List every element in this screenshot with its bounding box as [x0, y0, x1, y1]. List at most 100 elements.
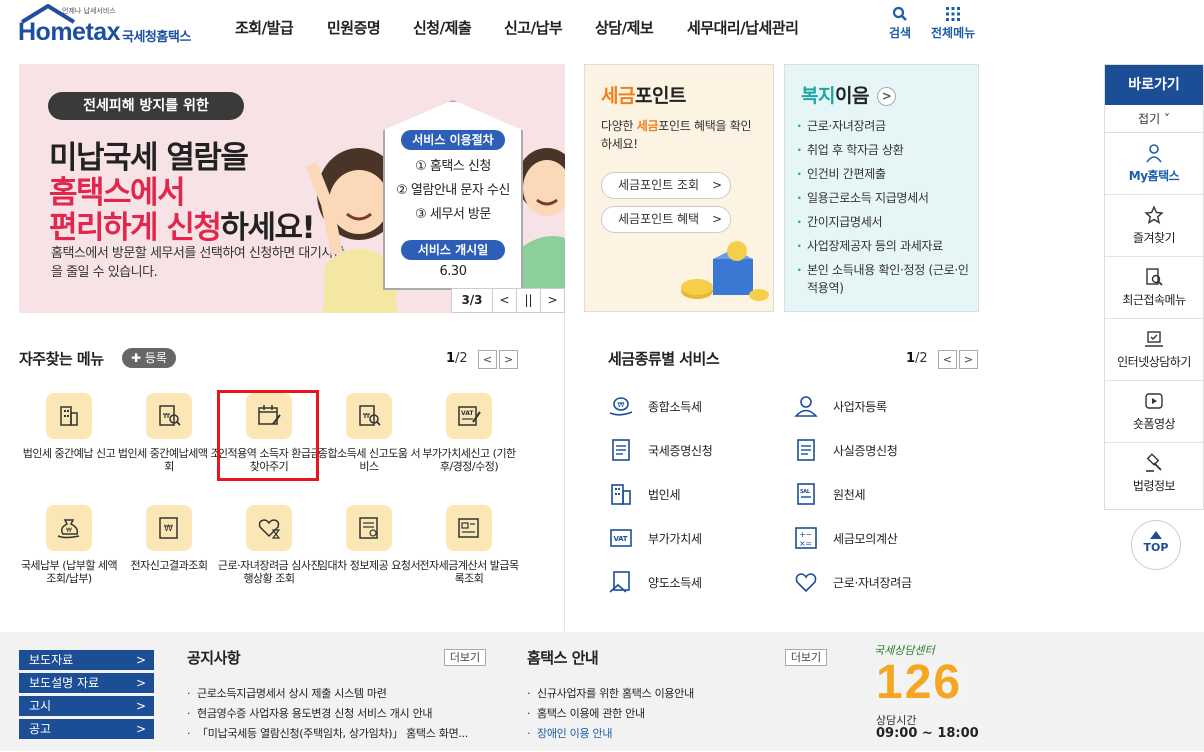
svc-business-registration[interactable]: 사업자등록 — [793, 391, 887, 421]
welfare-item[interactable]: 간이지급명세서 — [795, 213, 975, 231]
footer: 보도자료 > 보도설명 자료 > 고시 > 공고 > 공지사항 더보기 근로소득지급명세… — [0, 632, 1204, 751]
won-document-icon: ₩ — [159, 517, 178, 539]
quick-links-fold-button[interactable]: 접기 ˅ — [1105, 105, 1203, 133]
welfare-title-accent: 복지 — [801, 85, 835, 107]
svc-withholding-tax[interactable]: SAL 원천세 — [793, 479, 866, 509]
tax-point-inquiry-button[interactable]: 세금포인트 조회 > — [601, 172, 731, 199]
freq-e-invoice-list[interactable]: 전자세금계산서 발급목록조회 — [417, 505, 521, 585]
start-date: 6.30 — [439, 264, 467, 279]
freq-tax-payment[interactable]: ₩ 국세납부 (납부할 세액 조회/납부) — [17, 505, 121, 585]
frequent-next-button[interactable]: > — [499, 350, 518, 369]
tax-types-prev-button[interactable]: < — [938, 350, 957, 369]
notice-item[interactable]: 현금영수증 사업자용 용도변경 신청 서비스 개시 안내 — [185, 704, 468, 724]
svc-incentive[interactable]: 근로·자녀장려금 — [793, 567, 912, 597]
nav-report-pay[interactable]: 신고/납부 — [504, 17, 563, 38]
banner-prev-button[interactable]: < — [492, 289, 516, 312]
doc-search-icon-wrap: ₩ — [146, 393, 192, 439]
freq-corp-interim-inquiry[interactable]: ₩ 법인세 중간예납세액 조회 — [117, 393, 221, 473]
quick-online-consult[interactable]: 인터넷상담하기 — [1105, 319, 1203, 381]
banner-pager: 3/3 < || > — [451, 288, 565, 313]
svc-tax-simulation[interactable]: +− ×= 세금모의계산 — [793, 523, 898, 553]
freq-item-label: 임대차 정보제공 요청서 — [317, 559, 421, 572]
welfare-card[interactable]: 복지이음 > 근로·자녀장려금 취업 후 학자금 상환 인건비 간편제출 일용근… — [784, 64, 979, 312]
search-button[interactable]: 검색 — [889, 6, 911, 41]
document-search-icon: ₩ — [159, 405, 181, 426]
hometax-logo[interactable]: 언제나 납세서비스 Hometax 국세청홈택스 — [18, 4, 208, 48]
press-explanation-button[interactable]: 보도설명 자료 > — [19, 673, 154, 693]
banner-pill: 전세피해 방지를 위한 — [48, 92, 244, 120]
welfare-item[interactable]: 일용근로소득 지급명세서 — [795, 189, 975, 207]
register-button[interactable]: ✚ 등록 — [122, 348, 176, 368]
guide-more-button[interactable]: 더보기 — [785, 649, 827, 666]
press-release-button[interactable]: 보도자료 > — [19, 650, 154, 670]
welfare-item[interactable]: 인건비 간편제출 — [795, 165, 975, 183]
welfare-item[interactable]: 취업 후 학자금 상환 — [795, 141, 975, 159]
heart-icon — [795, 573, 817, 593]
freq-income-tax-help[interactable]: ₩ 종합소득세 신고도움 서비스 — [317, 393, 421, 473]
salary-document-icon: SAL — [797, 483, 815, 505]
svg-text:×=: ×= — [799, 539, 812, 548]
notice-list: 근로소득지급명세서 상시 제출 시스템 마련 현금영수증 사업자용 용도변경 신… — [185, 684, 468, 744]
chevron-right-icon[interactable]: > — [877, 87, 897, 106]
svc-fact-certificate[interactable]: 사실증명신청 — [793, 435, 898, 465]
freq-incentive-status[interactable]: 근로·자녀장려금 심사진행상황 조회 — [217, 505, 321, 585]
quick-shortform-video[interactable]: 숏폼영상 — [1105, 381, 1203, 443]
svc-label: 사실증명신청 — [833, 443, 898, 458]
freq-item-label: 전자신고결과조회 — [130, 559, 208, 572]
announcement-button[interactable]: 고시 > — [19, 696, 154, 716]
freq-corp-interim-report[interactable]: 법인세 중간예납 신고 — [17, 393, 121, 460]
banner-next-button[interactable]: > — [540, 289, 564, 312]
svc-corporate-tax[interactable]: 법인세 — [608, 479, 681, 509]
nav-tax-agent[interactable]: 세무대리/납세관리 — [687, 17, 799, 38]
freq-item-label: 근로·자녀장려금 심사진행상황 조회 — [217, 559, 321, 585]
frequent-prev-button[interactable]: < — [478, 350, 497, 369]
full-menu-button[interactable]: 전체메뉴 — [931, 6, 975, 41]
document-icon — [797, 439, 815, 461]
notice-item[interactable]: 근로소득지급명세서 상시 제출 시스템 마련 — [185, 684, 468, 704]
quick-law-info[interactable]: 법령정보 — [1105, 443, 1203, 505]
public-notice-button[interactable]: 공고 > — [19, 719, 154, 739]
welfare-item[interactable]: 근로·자녀장려금 — [795, 117, 975, 135]
svc-capital-gains-tax[interactable]: 양도소득세 — [608, 567, 702, 597]
notice-more-button[interactable]: 더보기 — [444, 649, 486, 666]
main-banner[interactable]: 전세피해 방지를 위한 미납국세 열람을 홈택스에서 편리하게 신청하세요! 홈… — [19, 64, 565, 313]
consult-center[interactable]: 국세상담센터 126 상담시간 09:00 ~ 18:00 — [874, 642, 984, 752]
nav-consult[interactable]: 상담/제보 — [595, 17, 654, 38]
svg-text:₩: ₩ — [164, 524, 173, 534]
banner-pause-button[interactable]: || — [516, 289, 540, 312]
calculator-icon: +−×= — [795, 527, 817, 549]
quick-recent-menu[interactable]: 최근접속메뉴 — [1105, 257, 1203, 319]
welfare-item[interactable]: 본인 소득내용 확인·정정 (근로·인적용역) — [795, 261, 975, 297]
building-icon — [611, 484, 631, 505]
quick-favorites[interactable]: 즐겨찾기 — [1105, 195, 1203, 257]
welfare-item[interactable]: 사업장제공자 등의 과세자료 — [795, 237, 975, 255]
tax-types-next-button[interactable]: > — [959, 350, 978, 369]
welfare-title[interactable]: 복지이음 > — [801, 81, 897, 108]
guide-item[interactable]: 신규사업자를 위한 홈택스 이용안내 — [525, 684, 694, 704]
nav-apply-submit[interactable]: 신청/제출 — [413, 17, 472, 38]
guide-item[interactable]: 홈택스 이용에 관한 안내 — [525, 704, 694, 724]
nav-certificates[interactable]: 민원증명 — [327, 17, 381, 38]
quick-item-label: 즐겨찾기 — [1132, 231, 1176, 245]
svg-text:₩: ₩ — [363, 412, 370, 420]
quick-my-hometax[interactable]: My홈택스 — [1105, 133, 1203, 195]
freq-lease-info-request[interactable]: 임대차 정보제공 요청서 — [317, 505, 421, 572]
svc-vat[interactable]: VAT 부가가치세 — [608, 523, 702, 553]
notice-item[interactable]: 「미납국세등 열람신청(주택임차, 상가임차)」 홈택스 화면... — [185, 724, 468, 744]
play-icon — [1145, 393, 1163, 409]
tax-point-desc-b: 세금 — [636, 119, 659, 133]
svg-text:₩: ₩ — [163, 412, 170, 420]
freq-e-filing-result[interactable]: ₩ 전자신고결과조회 — [117, 505, 221, 572]
svg-text:₩: ₩ — [66, 527, 72, 534]
svg-text:₩: ₩ — [618, 401, 625, 409]
vat-doc-icon-wrap: VAT — [446, 393, 492, 439]
tax-point-benefit-button[interactable]: 세금포인트 혜택 > — [601, 206, 731, 233]
freq-vat-report[interactable]: VAT 부가가치세신고 (기한후/경정/수정) — [417, 393, 521, 473]
chevron-right-icon: > — [135, 676, 146, 690]
scroll-top-button[interactable]: TOP — [1131, 520, 1181, 570]
svc-tax-certificate[interactable]: 국세증명신청 — [608, 435, 713, 465]
nav-inquiry-issue[interactable]: 조회/발급 — [235, 17, 294, 38]
svc-global-income-tax[interactable]: ₩ 종합소득세 — [608, 391, 702, 421]
tax-point-card[interactable]: 세금포인트 다양한 세금포인트 혜택을 확인하세요! 세금포인트 조회 > 세금포… — [584, 64, 774, 312]
guide-item[interactable]: 장애인 이용 안내 — [525, 724, 694, 744]
